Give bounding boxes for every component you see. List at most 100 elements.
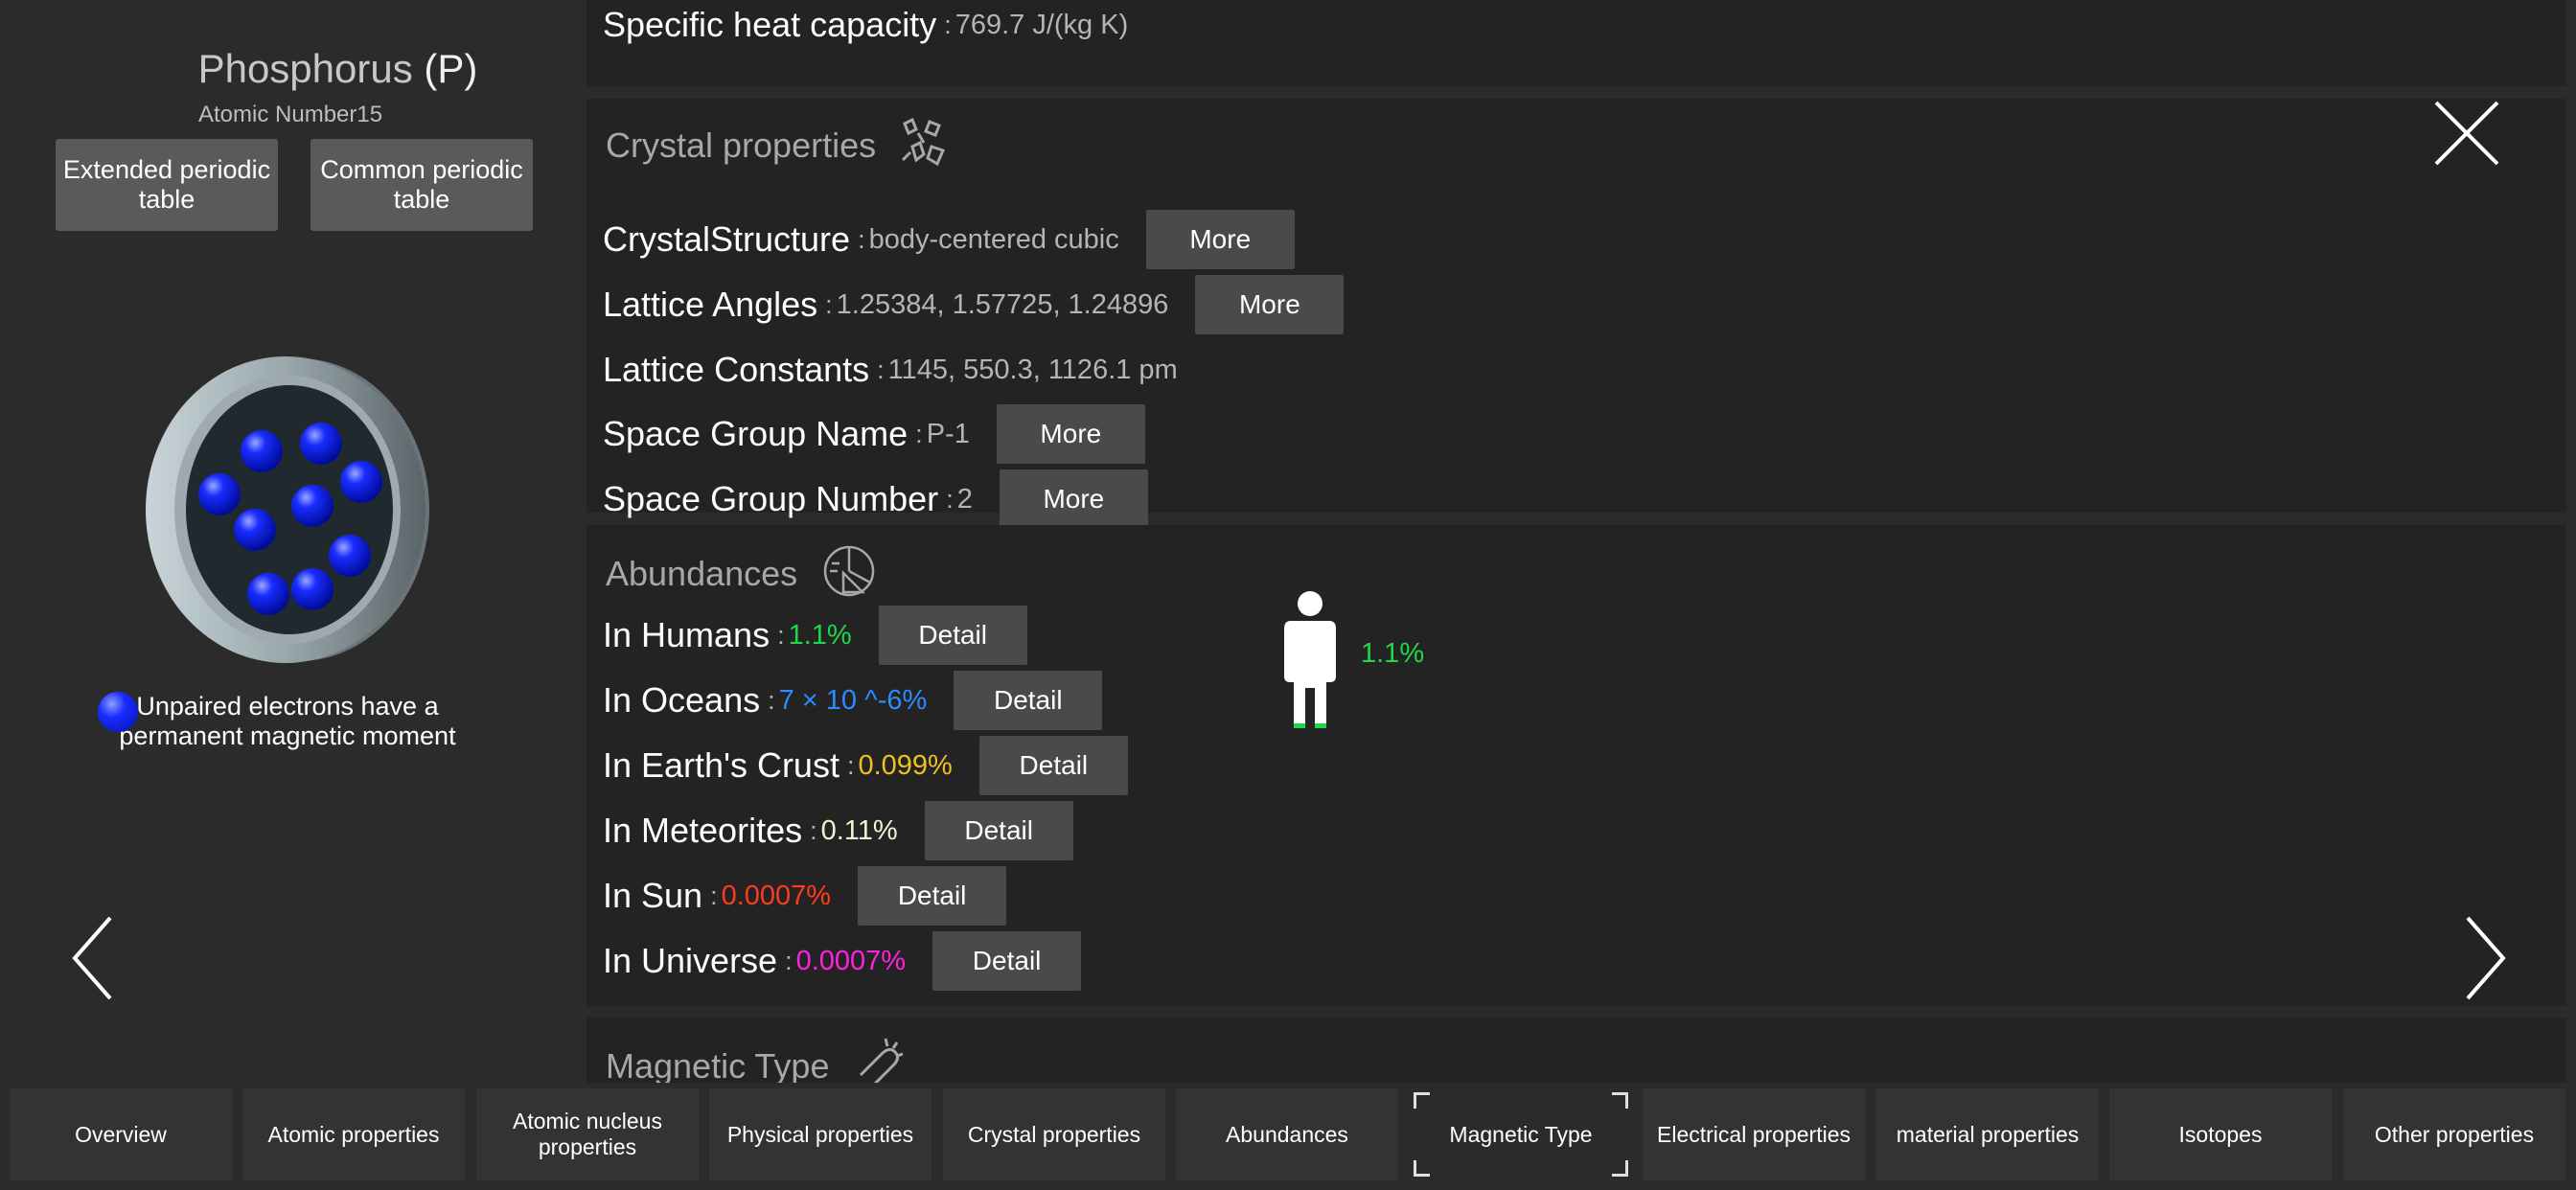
abundance-humans-label: In Humans [603, 615, 770, 654]
crystal-structure-row: CrystalStructure : body-centered cubic M… [603, 210, 1295, 269]
separator: : [768, 685, 775, 715]
abundance-universe-row: In Universe : 0.0007% Detail [603, 931, 1082, 991]
tab-material-properties[interactable]: material properties [1876, 1088, 2099, 1180]
crystal-properties-panel: Crystal properties CrystalStructure : bo… [586, 99, 2566, 529]
crystal-structure-label: CrystalStructure [603, 219, 851, 259]
element-name: Phosphorus [197, 46, 413, 91]
human-figure-icon [1284, 591, 1336, 728]
extended-periodic-table-button[interactable]: Extended periodic table [56, 139, 278, 231]
abundance-universe-value: 0.0007% [795, 945, 907, 976]
abundance-meteorites-row: In Meteorites : 0.11% Detail [603, 801, 1073, 860]
selection-corner [1414, 1092, 1430, 1109]
tab-electrical-properties[interactable]: Electrical properties [1643, 1088, 1865, 1180]
magnetic-type-panel: Magnetic Type [586, 1018, 2566, 1083]
legend-text: Unpaired electrons have a permanent magn… [119, 692, 456, 750]
magnet-icon [859, 1038, 904, 1083]
abundance-sun-detail-button[interactable]: Detail [858, 866, 1007, 926]
electron [340, 461, 382, 503]
tab-magnetic-type[interactable]: Magnetic Type [1410, 1088, 1632, 1180]
abundance-meteorites-detail-button[interactable]: Detail [924, 801, 1073, 860]
abundance-earth-crust-label: In Earth's Crust [603, 745, 840, 785]
electron [234, 509, 276, 551]
atom-shell-visual [146, 356, 429, 663]
tab-abundances[interactable]: Abundances [1176, 1088, 1398, 1180]
electron [291, 568, 334, 610]
electron [198, 473, 241, 515]
abundance-oceans-detail-button[interactable]: Detail [954, 671, 1103, 730]
element-symbol: (P) [424, 46, 478, 91]
human-abundance-value: 1.1% [1361, 638, 1425, 669]
atomic-number-value: 15 [356, 102, 383, 127]
lattice-constants-label: Lattice Constants [603, 350, 870, 389]
specific-heat-row: Specific heat capacity : 769.7 J/(kg K) [603, 0, 1128, 55]
electron-legend: Unpaired electrons have a permanent magn… [96, 692, 479, 751]
selection-corner [1414, 1160, 1430, 1177]
space-group-name-more-button[interactable]: More [996, 404, 1145, 464]
pie-chart-icon [823, 545, 875, 597]
next-arrow-icon[interactable] [2453, 910, 2511, 1006]
electron [329, 535, 371, 577]
tab-magnetic-type-label: Magnetic Type [1449, 1121, 1593, 1147]
atomic-number: Atomic Number15 [198, 102, 382, 128]
element-info-panel: Phosphorus (P) Atomic Number15 Extended … [0, 0, 580, 1083]
lattice-angles-label: Lattice Angles [603, 285, 818, 324]
lattice-constants-row: Lattice Constants : 1145, 550.3, 1126.1 … [603, 340, 1178, 400]
crystal-structure-more-button[interactable]: More [1145, 210, 1295, 269]
abundance-humans-row: In Humans : 1.1% Detail [603, 606, 1027, 665]
separator: : [846, 750, 855, 780]
abundance-meteorites-label: In Meteorites [603, 811, 803, 850]
lattice-constants-value: 1145, 550.3, 1126.1 pm [887, 354, 1178, 385]
abundance-oceans-value: 7 × 10 ^-6% [778, 684, 928, 716]
section-tab-bar: Overview Atomic properties Atomic nucleu… [0, 1088, 2576, 1190]
abundance-universe-detail-button[interactable]: Detail [932, 931, 1082, 991]
abundance-earth-crust-detail-button[interactable]: Detail [978, 736, 1128, 795]
tab-atomic-nucleus-properties[interactable]: Atomic nucleus properties [476, 1088, 699, 1180]
atomic-number-label: Atomic Number [198, 102, 357, 127]
abundance-earth-crust-row: In Earth's Crust : 0.099% Detail [603, 736, 1128, 795]
previous-arrow-icon[interactable] [67, 910, 125, 1006]
unpaired-electron-icon [98, 692, 138, 732]
abundance-sun-row: In Sun : 0.0007% Detail [603, 866, 1007, 926]
close-icon[interactable] [2432, 99, 2501, 168]
electron [300, 423, 342, 465]
crystal-icon [901, 118, 946, 167]
separator: : [710, 881, 718, 910]
magnetic-section-title: Magnetic Type [606, 1046, 830, 1083]
abundance-oceans-row: In Oceans : 7 × 10 ^-6% Detail [603, 671, 1103, 730]
separator: : [810, 815, 817, 845]
tab-crystal-properties[interactable]: Crystal properties [943, 1088, 1165, 1180]
separator: : [825, 289, 833, 319]
separator: : [877, 355, 885, 384]
abundance-meteorites-value: 0.11% [820, 814, 898, 846]
crystal-structure-value: body-centered cubic [868, 223, 1119, 255]
separator: : [944, 10, 952, 39]
common-periodic-table-button[interactable]: Common periodic table [310, 139, 533, 231]
space-group-number-row: Space Group Number : 2 More [603, 469, 1148, 529]
element-title: Phosphorus (P) [0, 46, 676, 92]
specific-heat-value: 769.7 J/(kg K) [954, 9, 1129, 40]
electron [241, 430, 283, 472]
space-group-name-value: P-1 [926, 418, 970, 449]
space-group-number-more-button[interactable]: More [999, 469, 1148, 529]
abundance-humans-detail-button[interactable]: Detail [878, 606, 1027, 665]
tab-isotopes[interactable]: Isotopes [2109, 1088, 2332, 1180]
selection-corner [1612, 1160, 1628, 1177]
tab-physical-properties[interactable]: Physical properties [709, 1088, 932, 1180]
tab-atomic-properties[interactable]: Atomic properties [242, 1088, 465, 1180]
tab-overview[interactable]: Overview [10, 1088, 232, 1180]
abundances-panel: Abundances In Humans : 1.1% Detail In Oc… [586, 525, 2566, 1006]
space-group-name-label: Space Group Name [603, 414, 908, 453]
space-group-number-value: 2 [956, 483, 973, 515]
abundance-universe-label: In Universe [603, 941, 778, 980]
abundance-sun-label: In Sun [603, 876, 703, 915]
abundance-humans-value: 1.1% [788, 619, 852, 651]
specific-heat-label: Specific heat capacity [603, 5, 937, 44]
separator: : [785, 946, 793, 975]
space-group-name-row: Space Group Name : P-1 More [603, 404, 1145, 464]
space-group-number-label: Space Group Number [603, 479, 939, 518]
tab-other-properties[interactable]: Other properties [2343, 1088, 2565, 1180]
separator: : [777, 620, 785, 650]
lattice-angles-more-button[interactable]: More [1195, 275, 1345, 334]
abundance-sun-value: 0.0007% [721, 880, 832, 911]
crystal-section-title: Crystal properties [606, 126, 877, 165]
